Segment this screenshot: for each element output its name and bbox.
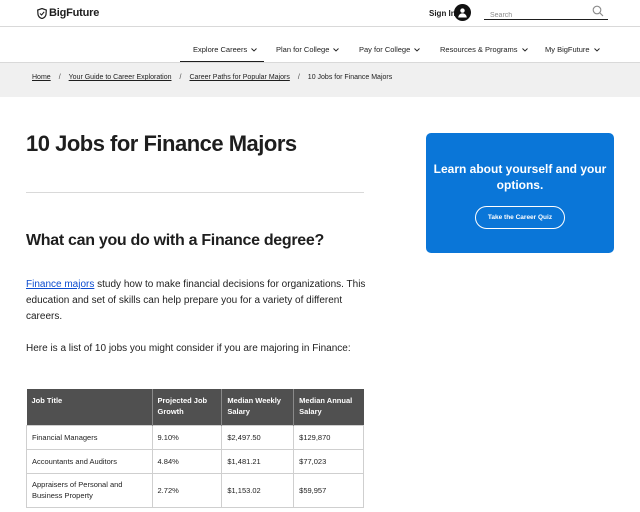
breadcrumb-bar: Home / Your Guide to Career Exploration … — [0, 63, 640, 97]
section-title: What can you do with a Finance degree? — [26, 232, 324, 249]
chevron-down-icon — [414, 47, 421, 52]
chevron-down-icon — [593, 47, 600, 52]
chevron-down-icon — [333, 47, 340, 52]
chevron-down-icon — [521, 47, 528, 52]
cell-annual-salary: $129,870 — [293, 424, 364, 450]
search-box — [484, 4, 608, 23]
breadcrumb-home[interactable]: Home — [32, 74, 51, 81]
cell-job-growth: 4.84% — [151, 448, 223, 474]
bigfuture-logo[interactable]: BigFuture — [37, 7, 99, 19]
nav-label: Plan for College — [276, 45, 330, 54]
top-bar: BigFuture Sign In — [0, 0, 640, 27]
table-row: Accountants and Auditors 4.84% $1,481.21… — [26, 448, 364, 474]
page-title: 10 Jobs for Finance Majors — [26, 131, 297, 156]
cell-weekly-salary: $1,153.02 — [221, 472, 295, 508]
nav-plan-for-college[interactable]: Plan for College — [276, 45, 340, 54]
breadcrumb-current: 10 Jobs for Finance Majors — [307, 74, 393, 81]
cell-job-growth: 9.10% — [151, 424, 223, 450]
jobs-table: Job Title Projected Job Growth Median We… — [26, 389, 364, 508]
intro-paragraph: Finance majors study how to make financi… — [26, 277, 366, 325]
cell-weekly-salary: $2,497.50 — [221, 424, 295, 450]
nav-label: Pay for College — [359, 45, 411, 54]
nav-label: Resources & Programs — [440, 45, 518, 54]
nav-pay-for-college[interactable]: Pay for College — [359, 45, 421, 54]
user-icon — [458, 8, 467, 18]
title-divider — [26, 192, 364, 193]
table-row: Appraisers of Personal and Business Prop… — [26, 472, 364, 508]
breadcrumb-separator: / — [179, 74, 182, 81]
logo-text: BigFuture — [49, 7, 100, 19]
column-header-job-title: Job Title — [26, 389, 153, 425]
account-icon[interactable] — [454, 4, 471, 21]
nav-resources-programs[interactable]: Resources & Programs — [440, 45, 528, 54]
breadcrumb-separator: / — [58, 74, 61, 81]
cell-job-growth: 2.72% — [151, 472, 223, 508]
sign-in-link[interactable]: Sign In — [429, 9, 456, 18]
column-header-annual-salary: Median Annual Salary — [293, 389, 364, 425]
cell-job-title: Appraisers of Personal and Business Prop… — [26, 472, 153, 508]
column-header-weekly-salary: Median Weekly Salary — [221, 389, 295, 425]
column-header-job-growth: Projected Job Growth — [152, 389, 223, 425]
nav-label: My BigFuture — [545, 45, 590, 54]
cell-job-title: Accountants and Auditors — [26, 448, 153, 474]
take-career-quiz-button[interactable]: Take the Career Quiz — [475, 206, 565, 229]
chevron-down-icon — [251, 47, 258, 52]
nav-explore-careers[interactable]: Explore Careers — [193, 45, 258, 54]
breadcrumb-career-guide[interactable]: Your Guide to Career Exploration — [69, 74, 172, 81]
search-input[interactable] — [484, 8, 594, 23]
cell-annual-salary: $59,957 — [293, 472, 364, 508]
nav-my-bigfuture[interactable]: My BigFuture — [545, 45, 600, 54]
list-intro-paragraph: Here is a list of 10 jobs you might cons… — [26, 343, 351, 354]
cta-heading: Learn about yourself and your options. — [433, 162, 607, 192]
cell-weekly-salary: $1,481.21 — [221, 448, 295, 474]
career-quiz-card: Learn about yourself and your options. T… — [426, 133, 614, 253]
breadcrumb: Home / Your Guide to Career Exploration … — [32, 74, 392, 81]
main-nav: Explore Careers Plan for College Pay for… — [0, 27, 640, 62]
table-header-row: Job Title Projected Job Growth Median We… — [26, 389, 364, 425]
breadcrumb-separator: / — [297, 74, 300, 81]
search-icon[interactable] — [592, 5, 604, 17]
table-row: Financial Managers 9.10% $2,497.50 $129,… — [26, 424, 364, 450]
shield-logo-icon — [37, 7, 47, 19]
nav-label: Explore Careers — [193, 45, 248, 54]
finance-majors-link[interactable]: Finance majors — [26, 279, 94, 290]
breadcrumb-career-paths[interactable]: Career Paths for Popular Majors — [189, 74, 289, 81]
cell-annual-salary: $77,023 — [293, 448, 364, 474]
cell-job-title: Financial Managers — [26, 424, 153, 450]
